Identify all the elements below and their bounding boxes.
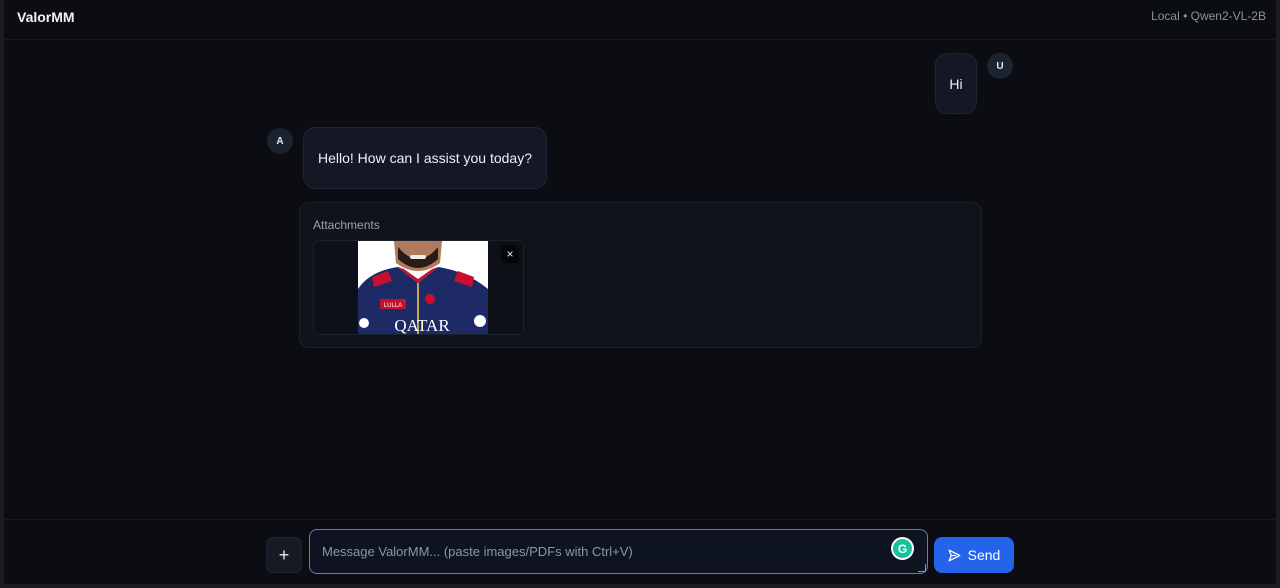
close-icon: × bbox=[506, 247, 514, 261]
top-bar: ValorMM Local • Qwen2-VL-2B bbox=[4, 0, 1276, 40]
composer-bar: + G Send bbox=[4, 519, 1276, 584]
attachment-thumbnail[interactable]: LULLA QATAR × bbox=[313, 240, 524, 335]
add-attachment-button[interactable]: + bbox=[266, 537, 302, 573]
user-message-text: Hi bbox=[949, 75, 963, 92]
message-input[interactable] bbox=[309, 529, 928, 574]
assistant-message-bubble: Hello! How can I assist you today? bbox=[303, 127, 547, 189]
send-button[interactable]: Send bbox=[934, 537, 1014, 573]
jersey-sponsor-text: LULLA bbox=[384, 303, 402, 309]
grammarly-icon[interactable]: G bbox=[891, 537, 914, 560]
model-status: Local • Qwen2-VL-2B bbox=[1151, 9, 1266, 23]
assistant-avatar-label: A bbox=[276, 135, 284, 147]
user-message-bubble: Hi bbox=[935, 53, 977, 114]
jersey-qatar-text: QATAR bbox=[394, 316, 450, 335]
app-window: ValorMM Local • Qwen2-VL-2B Hi U A Hello… bbox=[0, 0, 1280, 588]
attachment-image: LULLA QATAR bbox=[314, 241, 523, 335]
user-avatar-label: U bbox=[996, 60, 1004, 72]
user-avatar: U bbox=[987, 53, 1013, 79]
app-title: ValorMM bbox=[17, 9, 75, 25]
assistant-message-text: Hello! How can I assist you today? bbox=[318, 150, 532, 166]
remove-attachment-button[interactable]: × bbox=[501, 245, 519, 263]
attachments-panel: Attachments LULLA QATAR × bbox=[299, 202, 982, 348]
send-icon bbox=[948, 549, 961, 561]
send-button-label: Send bbox=[967, 547, 1001, 563]
assistant-avatar: A bbox=[267, 128, 293, 154]
resize-grip-icon[interactable] bbox=[918, 564, 926, 572]
plus-icon: + bbox=[278, 544, 290, 565]
grammarly-glyph: G bbox=[893, 539, 912, 558]
attachments-title: Attachments bbox=[313, 218, 380, 232]
